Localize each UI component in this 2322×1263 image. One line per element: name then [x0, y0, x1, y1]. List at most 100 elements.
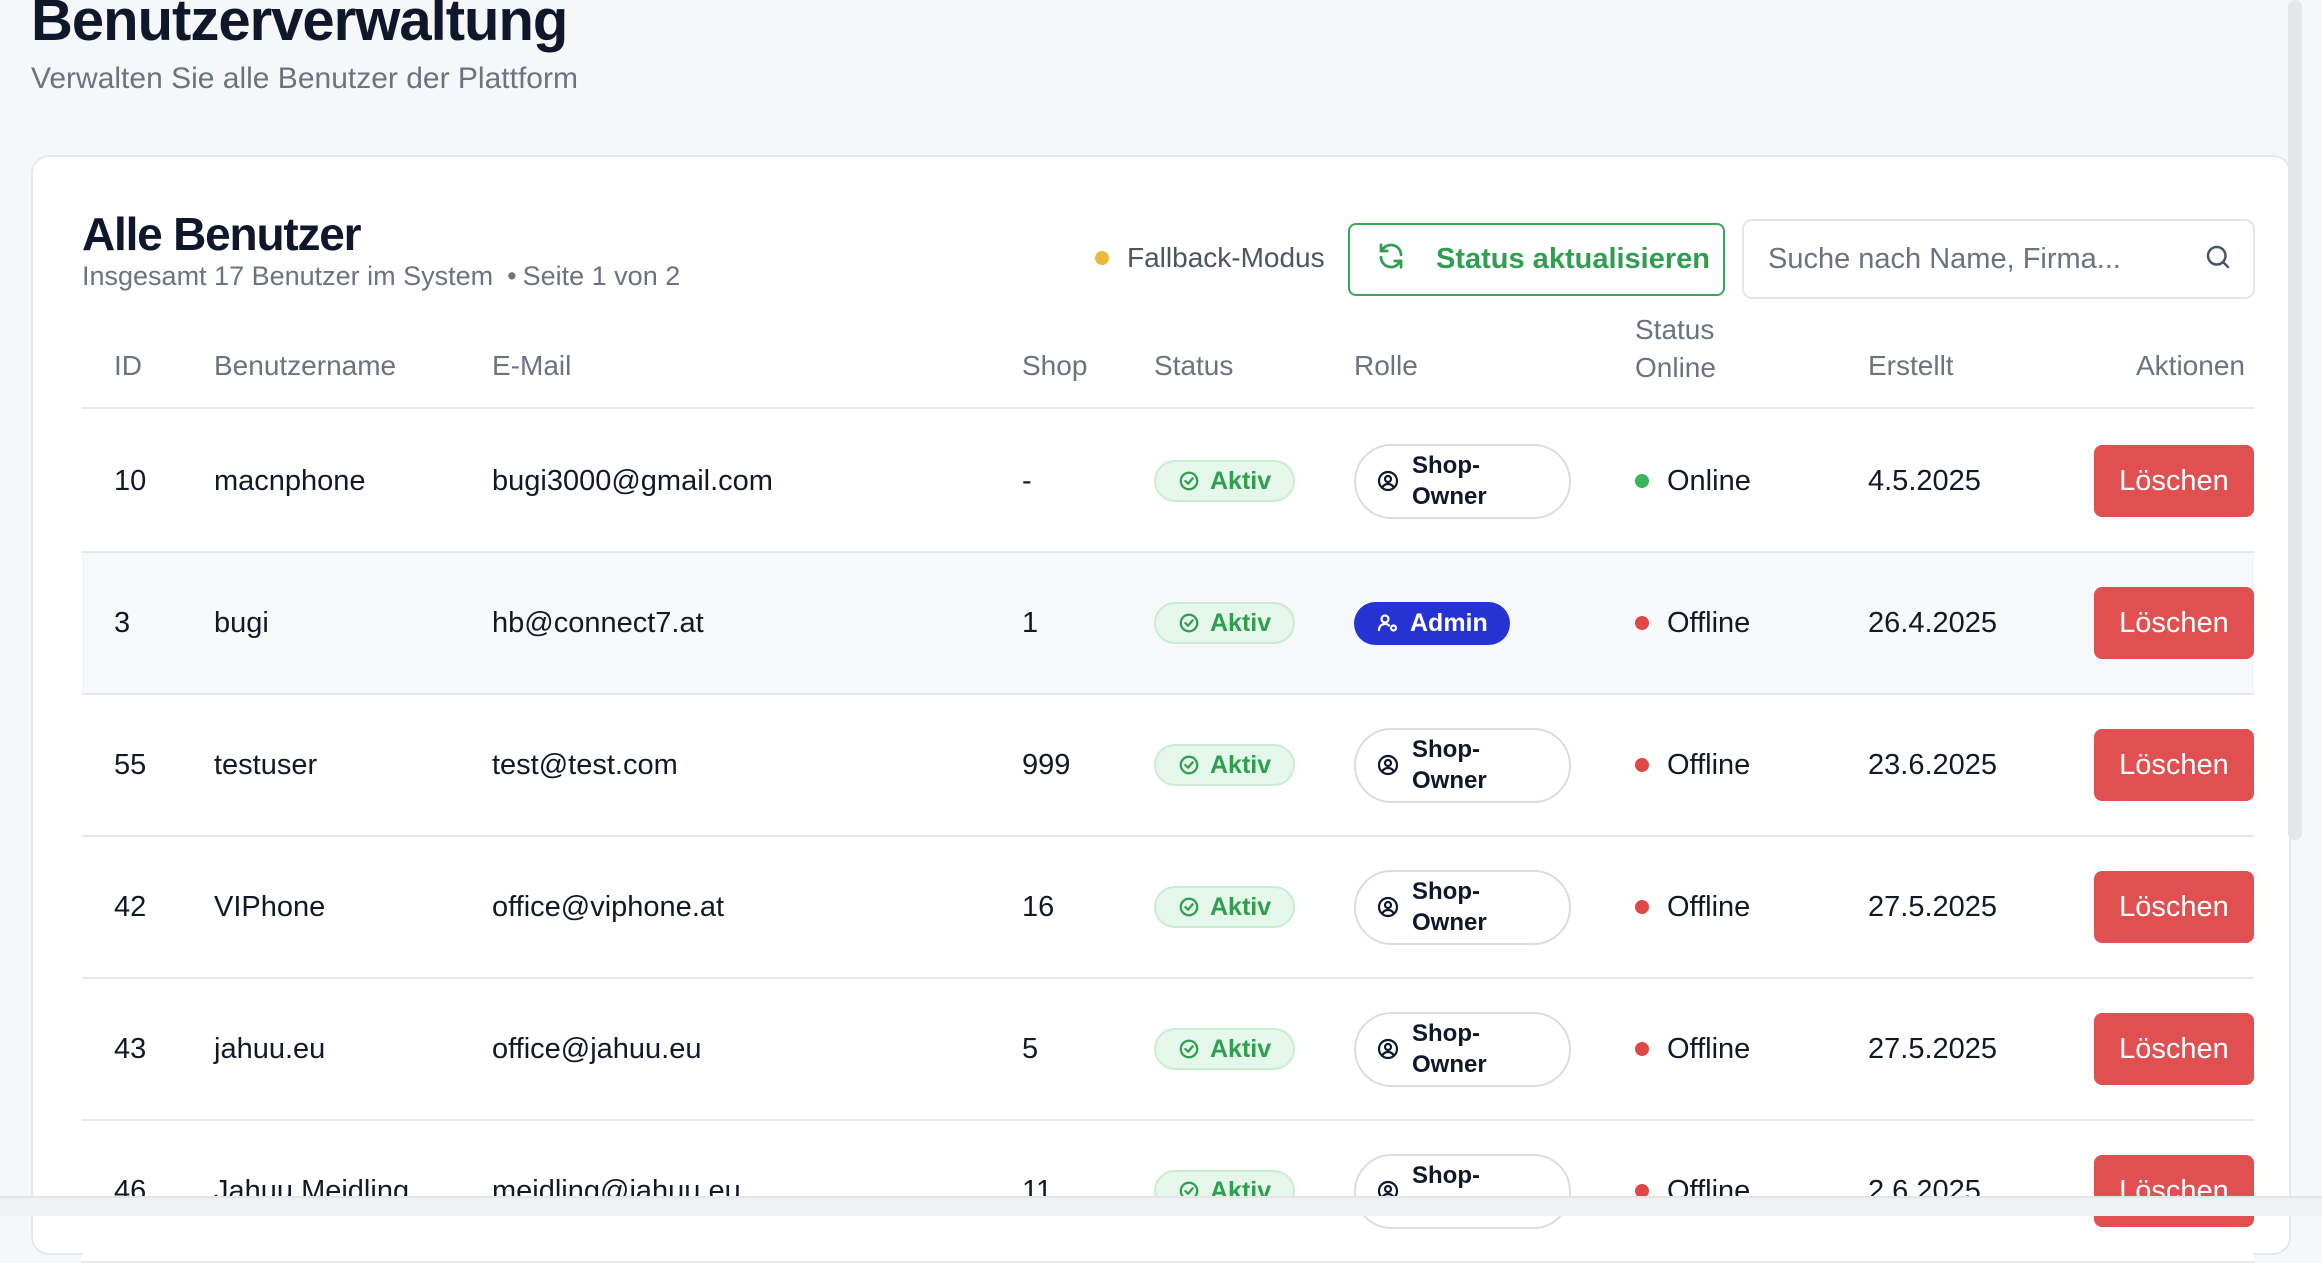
role-badge: Shop-Owner — [1354, 869, 1571, 945]
online-label: Offline — [1667, 748, 1751, 781]
cell-created: 4.5.2025 — [1868, 464, 1981, 497]
check-circle-icon — [1179, 755, 1199, 775]
check-circle-icon — [1179, 1039, 1199, 1059]
role-badge: Shop-Owner — [1354, 1153, 1571, 1229]
cell-shop: 11 — [1022, 1174, 1053, 1207]
cell-role: Shop-Owner — [1354, 837, 1571, 977]
delete-button[interactable]: Löschen — [2094, 1013, 2254, 1085]
cell-id: 3 — [114, 606, 131, 639]
page-header: Benutzerverwaltung Verwalten Sie alle Be… — [31, 0, 578, 96]
cell-username: testuser — [214, 748, 318, 781]
online-dot-icon — [1635, 474, 1649, 488]
header-shop[interactable]: Shop — [1022, 322, 1087, 409]
cell-shop: 5 — [1022, 1032, 1039, 1065]
cell-online: Offline — [1635, 695, 1750, 835]
check-circle-icon — [1179, 897, 1199, 917]
status-badge-label: Aktiv — [1210, 892, 1272, 921]
user-cog-icon — [1377, 614, 1398, 632]
page-indicator: Seite 1 von 2 — [522, 261, 681, 291]
search-icon[interactable] — [2203, 242, 2233, 277]
refresh-icon — [1376, 241, 1406, 279]
header-role[interactable]: Rolle — [1354, 322, 1418, 409]
cell-username: Jahuu Meidling — [214, 1174, 410, 1207]
fallback-dot-icon — [1095, 251, 1109, 265]
cell-status: Aktiv — [1154, 695, 1296, 835]
card-meta: Insgesamt 17 Benutzer im System • Seite 1 … — [82, 261, 680, 292]
table-row: 3 bugi hb@connect7.at 1 Aktiv Admin Offl… — [82, 553, 2254, 695]
cell-email: bugi3000@gmail.com — [492, 464, 773, 497]
status-badge-label: Aktiv — [1210, 1034, 1272, 1063]
cell-username: VIPhone — [214, 890, 326, 923]
cell-username: jahuu.eu — [214, 1032, 326, 1065]
header-created[interactable]: Erstellt — [1868, 322, 1954, 409]
header-status-online-line1: Status — [1635, 313, 1715, 345]
fallback-mode-indicator: Fallback-Modus — [1095, 242, 1325, 274]
cell-shop: 16 — [1022, 890, 1055, 923]
delete-button[interactable]: Löschen — [2094, 729, 2254, 801]
delete-button[interactable]: Löschen — [2094, 871, 2254, 943]
header-username[interactable]: Benutzername — [214, 322, 396, 409]
users-card: Alle Benutzer Insgesamt 17 Benutzer im S… — [31, 155, 2291, 1263]
cell-username: bugi — [214, 606, 269, 639]
cell-actions: Löschen — [2094, 553, 2254, 693]
cell-id: 43 — [114, 1032, 147, 1065]
search-box — [1742, 219, 2255, 299]
online-label: Offline — [1667, 890, 1751, 923]
cell-created: 23.6.2025 — [1868, 748, 1998, 781]
fallback-label: Fallback-Modus — [1127, 242, 1325, 273]
role-badge-admin: Admin — [1354, 601, 1510, 645]
user-circle-icon — [1377, 1038, 1399, 1060]
cell-email: test@test.com — [492, 748, 678, 781]
table-row: 10 macnphone bugi3000@gmail.com - Aktiv … — [82, 411, 2254, 553]
cell-status: Aktiv — [1154, 411, 1296, 551]
cell-username: macnphone — [214, 464, 366, 497]
table-row: 43 jahuu.eu office@jahuu.eu 5 Aktiv Shop… — [82, 979, 2254, 1121]
cell-id: 42 — [114, 890, 147, 923]
role-label: Admin — [1410, 608, 1488, 637]
meta-separator: • — [507, 261, 517, 291]
offline-dot-icon — [1635, 616, 1649, 630]
cell-email: office@jahuu.eu — [492, 1032, 702, 1065]
page-title: Benutzerverwaltung — [31, 0, 568, 53]
header-status-online-line2: Online — [1635, 351, 1716, 383]
cell-id: 46 — [114, 1174, 147, 1207]
cell-actions: Löschen — [2094, 837, 2254, 977]
online-label: Offline — [1667, 606, 1751, 639]
role-label: Shop-Owner — [1412, 736, 1487, 794]
cell-actions: Löschen — [2094, 411, 2254, 551]
page-subtitle: Verwalten Sie alle Benutzer der Plattfor… — [31, 62, 578, 95]
delete-button[interactable]: Löschen — [2094, 1155, 2254, 1227]
search-input[interactable] — [1768, 242, 2203, 276]
cell-email: office@viphone.at — [492, 890, 725, 923]
cell-role: Shop-Owner — [1354, 979, 1571, 1119]
refresh-status-button[interactable]: Status aktualisieren — [1348, 223, 1725, 296]
header-id[interactable]: ID — [114, 322, 142, 409]
cell-status: Aktiv — [1154, 979, 1296, 1119]
cell-online: Offline — [1635, 837, 1750, 977]
role-badge: Shop-Owner — [1354, 1011, 1571, 1087]
header-status[interactable]: Status — [1154, 322, 1233, 409]
page-scrollbar[interactable] — [2288, 0, 2302, 840]
cell-email: meidling@jahuu.eu — [492, 1174, 741, 1207]
cell-status: Aktiv — [1154, 1121, 1296, 1261]
bottom-edge — [0, 1196, 2322, 1216]
delete-button[interactable]: Löschen — [2094, 445, 2254, 517]
cell-role: Admin — [1354, 553, 1510, 693]
cell-email: hb@connect7.at — [492, 606, 704, 639]
delete-button[interactable]: Löschen — [2094, 587, 2254, 659]
table-row: 55 testuser test@test.com 999 Aktiv Shop… — [82, 695, 2254, 837]
cell-created: 27.5.2025 — [1868, 1032, 1998, 1065]
cell-created: 26.4.2025 — [1868, 606, 1998, 639]
cell-id: 55 — [114, 748, 147, 781]
cell-role: Shop-Owner — [1354, 411, 1571, 551]
cell-actions: Löschen — [2094, 979, 2254, 1119]
cell-id: 10 — [114, 464, 147, 497]
header-status-online[interactable]: Status Online — [1635, 314, 1716, 409]
cell-status: Aktiv — [1154, 837, 1296, 977]
cell-actions: Löschen — [2094, 1121, 2254, 1261]
cell-shop: 999 — [1022, 748, 1071, 781]
status-badge: Aktiv — [1154, 744, 1296, 786]
status-badge-label: Aktiv — [1210, 608, 1272, 637]
header-email[interactable]: E-Mail — [492, 322, 571, 409]
total-users-text: Insgesamt 17 Benutzer im System — [82, 261, 494, 291]
